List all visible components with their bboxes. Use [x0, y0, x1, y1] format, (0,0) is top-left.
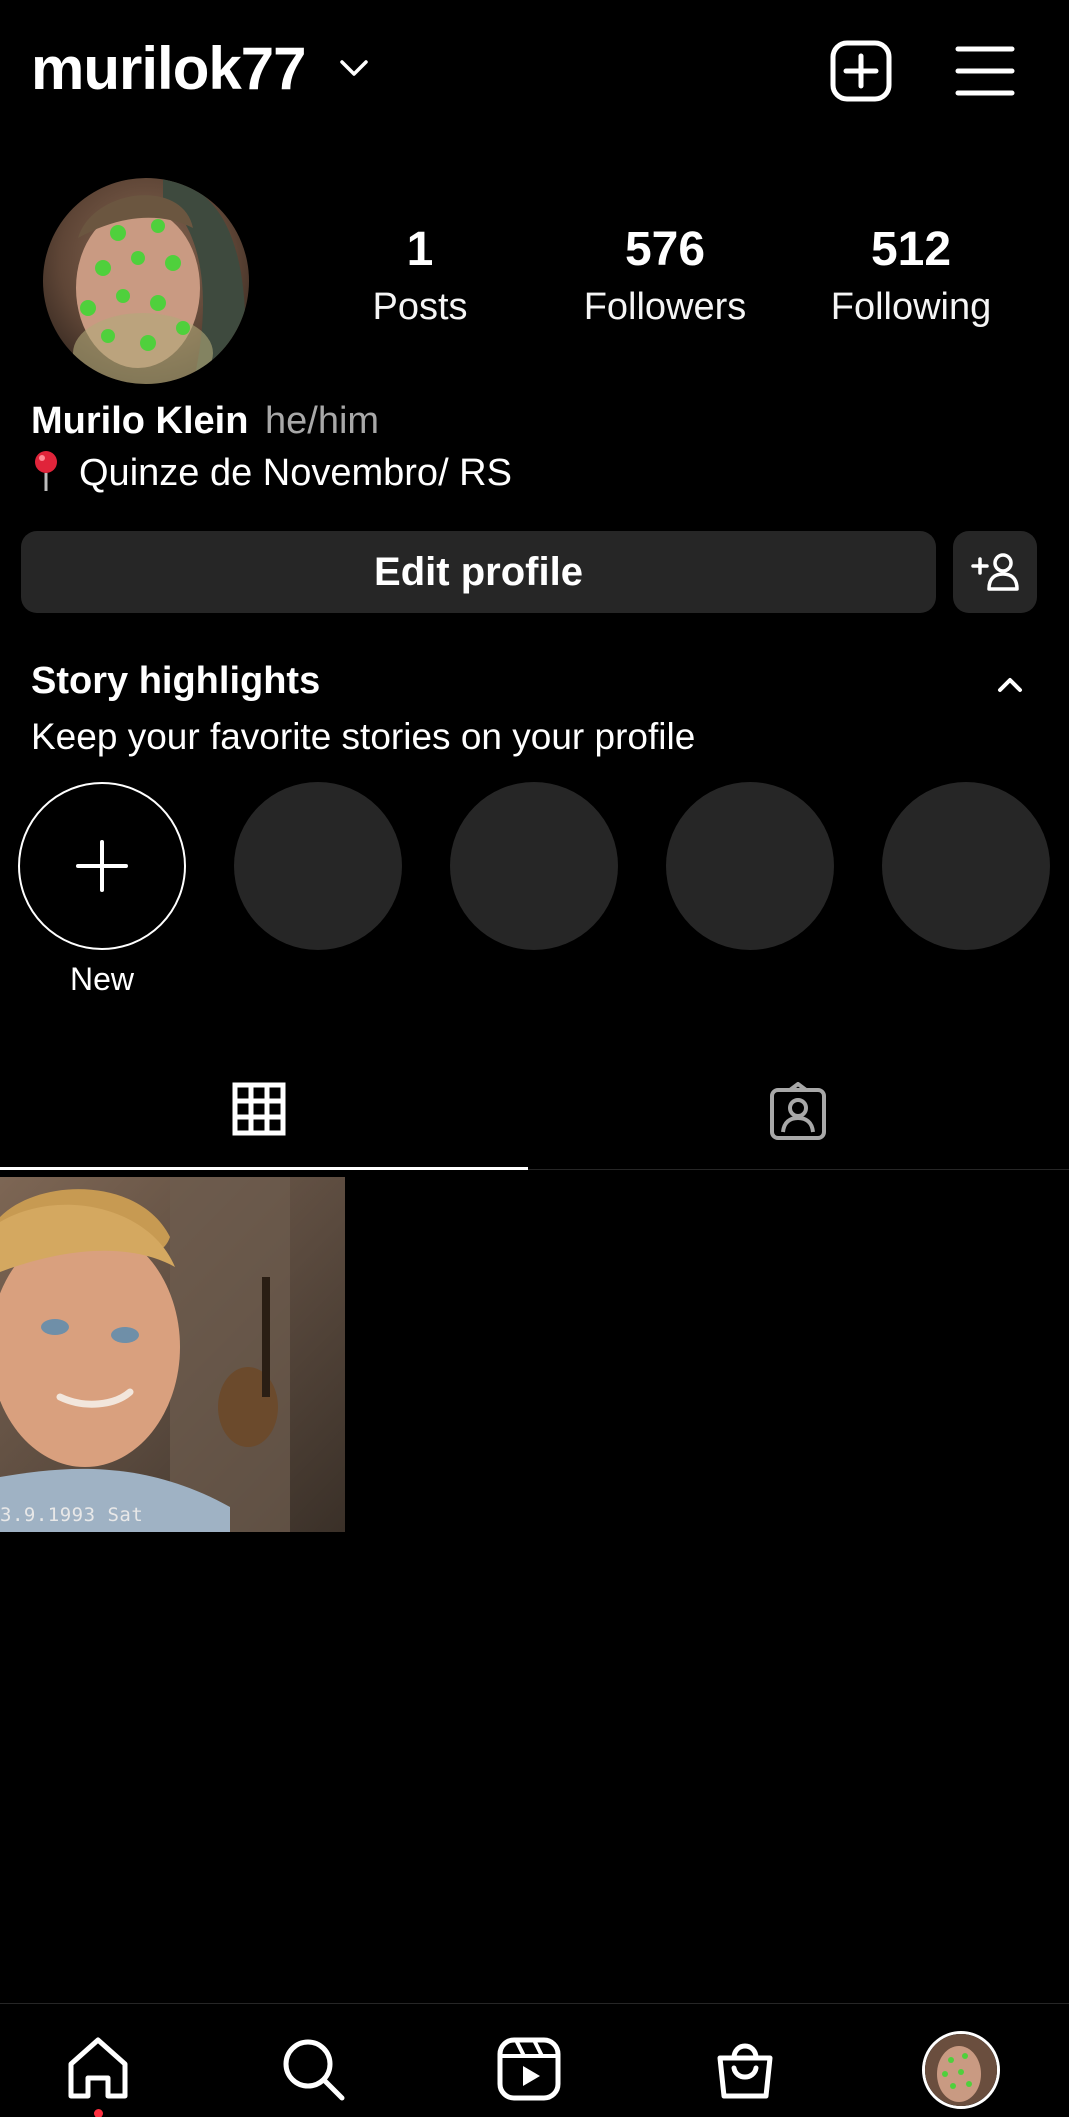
pin-icon	[35, 451, 57, 491]
highlight-placeholder	[234, 782, 402, 950]
top-bar: murilok77	[0, 0, 1069, 140]
new-highlight-label: New	[69, 961, 134, 997]
following-label: Following	[830, 286, 992, 328]
full-name: Murilo Klein	[31, 400, 249, 442]
post-thumbnail[interactable]: 3.9.1993 Sat	[0, 1177, 345, 1532]
following-count: 512	[870, 223, 952, 276]
followers-count: 576	[624, 223, 706, 276]
bottom-navigation	[0, 2003, 1069, 2117]
new-highlight-button[interactable]	[18, 782, 186, 950]
location-text: Quinze de Novembro/ RS	[79, 452, 512, 494]
highlight-placeholder	[666, 782, 834, 950]
chevron-down-icon[interactable]	[338, 56, 370, 80]
profile-nav-avatar[interactable]	[922, 2031, 1000, 2109]
profile-avatar[interactable]	[43, 178, 249, 384]
notification-dot	[94, 2109, 103, 2117]
followers-label: Followers	[583, 286, 747, 328]
shop-icon[interactable]	[710, 2034, 780, 2104]
posts-stat[interactable]: 1 Posts	[320, 222, 520, 336]
highlights-title: Story highlights	[31, 660, 321, 702]
highlights-subtitle: Keep your favorite stories on your profi…	[31, 716, 696, 757]
bio-location: Quinze de Novembro/ RS	[31, 448, 512, 498]
add-person-icon	[971, 553, 1019, 591]
tab-tagged[interactable]	[528, 1060, 1056, 1170]
reels-icon[interactable]	[494, 2034, 564, 2104]
plus-icon	[76, 840, 128, 892]
search-icon[interactable]	[278, 2034, 348, 2104]
highlight-placeholder	[882, 782, 1050, 950]
home-icon[interactable]	[63, 2034, 133, 2104]
menu-icon[interactable]	[955, 44, 1015, 98]
tab-posts-grid[interactable]	[0, 1060, 528, 1170]
username[interactable]: murilok77	[31, 34, 306, 103]
chevron-up-icon[interactable]	[992, 672, 1028, 696]
grid-icon	[232, 1082, 286, 1136]
posts-count: 1	[406, 223, 434, 276]
add-post-icon[interactable]	[830, 40, 892, 102]
highlight-placeholder	[450, 782, 618, 950]
followers-stat[interactable]: 576 Followers	[565, 222, 765, 336]
discover-people-button[interactable]	[953, 531, 1037, 613]
post-date-stamp: 3.9.1993 Sat	[0, 1504, 144, 1526]
name-line: Murilo Klein he/him	[31, 396, 379, 446]
edit-profile-button[interactable]: Edit profile	[21, 531, 936, 613]
tagged-person-icon	[770, 1082, 826, 1140]
pronouns: he/him	[265, 400, 380, 442]
posts-label: Posts	[372, 286, 468, 328]
profile-tabs	[0, 1060, 1069, 1170]
following-stat[interactable]: 512 Following	[811, 222, 1011, 336]
